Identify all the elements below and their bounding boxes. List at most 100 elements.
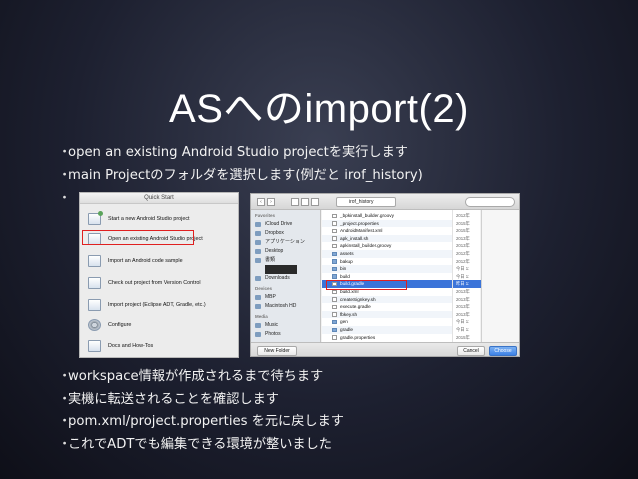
file-row[interactable]: fbkey.sh [322,310,452,319]
music-icon [255,323,261,328]
sidebar-item-mbp[interactable]: MBP [255,293,276,302]
choose-button[interactable]: Choose [489,346,517,356]
file-name: gradle.properties [340,334,376,340]
file-row[interactable]: bakup [322,258,452,266]
quick-start-item-docs[interactable]: Docs and How-Tos [88,338,153,354]
sidebar-item-documents[interactable]: 書類 [255,256,275,265]
search-input[interactable] [465,197,515,207]
file-row[interactable]: _bpkinstall_builder.groovy [322,212,452,220]
file-icon [332,228,337,234]
file-name: bin [340,266,347,272]
sidebar-item-label: MBP [265,294,276,300]
folder-icon [332,259,337,264]
sidebar-item-home[interactable] [265,265,297,274]
sidebar-item-macintosh-hd[interactable]: Macintosh HD [255,302,296,311]
desktop-icon [255,249,261,254]
sidebar-item-label: Downloads [265,275,290,281]
bullet-item: ・main Projectのフォルダを選択します(例だと irof_histor… [58,165,423,188]
file-icon [332,297,337,302]
file-date: 2013年 [456,289,470,294]
quick-start-item-sample[interactable]: Import an Android code sample [88,253,183,269]
bullet-text: pom.xml/project.properties を元に戻します [68,414,344,429]
path-dropdown[interactable]: irof_history [336,197,396,207]
sidebar-item-dropbox[interactable]: Dropbox [255,229,284,238]
bullet-dot: ・ [58,191,72,206]
file-date: 今日 1: [456,273,470,279]
new-folder-button[interactable]: New Folder [257,346,297,356]
sidebar-item-desktop[interactable]: Desktop [255,247,283,256]
quick-start-item-configure[interactable]: Configure [88,317,131,333]
folder-icon [332,251,337,257]
sidebar-item-downloads[interactable]: Downloads [255,274,290,283]
file-row[interactable]: assets [322,250,452,258]
file-name: apk_install.sh [340,235,369,241]
file-date: 2013年 [456,243,470,249]
quick-start-item-vcs[interactable]: Check out project from Version Control [88,275,201,291]
quick-start-item-import[interactable]: Import project (Eclipse ADT, Gradle, etc… [88,297,206,313]
sidebar-item-photos[interactable]: Photos [255,330,281,339]
file-row[interactable]: AndroidManifest.xml [322,227,452,235]
folder-icon [332,327,337,333]
folder-icon [332,319,337,325]
file-chooser-bottom-bar: New Folder Cancel Choose [251,342,519,356]
vcs-icon [88,277,101,289]
column-view-icon[interactable] [311,198,319,206]
file-name: execute.gradle [340,304,371,310]
file-icon [332,243,337,249]
file-row[interactable]: execute.gradle [322,303,452,311]
bullet-item: ・workspace情報が作成されるまで待ちます [58,366,344,389]
sidebar-item-label: アプリケーション [265,239,305,245]
file-name: assets [340,251,354,256]
file-row[interactable]: gradle [322,326,452,334]
back-icon[interactable]: ‹ [257,198,265,206]
forward-icon[interactable]: › [267,198,275,206]
file-date: 昨日 1: [453,280,481,288]
sidebar-item-applications[interactable]: アプリケーション [255,238,305,247]
quick-start-item-label: Import an Android code sample [108,258,183,264]
file-date: 2012年 [456,258,470,264]
cancel-button[interactable]: Cancel [457,346,485,356]
icon-view-icon[interactable] [291,198,299,206]
file-list: _bpkinstall_builder.groovy _project.prope… [322,210,452,342]
file-name: _bpkinstall_builder.groovy [340,213,394,218]
disk-icon [255,304,261,309]
applications-icon [255,240,261,245]
file-row[interactable]: apk_install.sh [322,234,452,243]
laptop-icon [255,295,261,300]
file-date: 2015年 [456,334,470,340]
sidebar-item-label: Macintosh HD [265,303,297,309]
file-highlight [326,280,407,290]
file-row[interactable]: apkinstall_builder.groovy [322,242,452,250]
file-date: 2015年 [456,228,470,234]
sidebar-item-label: Music [265,322,279,328]
bullet-item: ・これでADTでも編集できる環境が整いました [58,434,344,457]
sidebar-item-icloud[interactable]: iCloud Drive [255,220,292,229]
sidebar-item-music[interactable]: Music [255,321,278,330]
file-date: 今日 1: [456,319,470,325]
file-row[interactable]: createSignkey.sh [322,295,452,304]
file-row[interactable]: gen [322,318,452,326]
bullet-text: 実機に転送されることを確認します [68,391,279,407]
bullet-text: これでADTでも編集できる環境が整いました [68,436,332,452]
file-icon [332,221,337,226]
file-date: 2012年 [456,251,470,256]
slide-title: ASへのimport(2) [169,87,469,131]
bullet-text: open an existing Android Studio projectを… [68,145,408,160]
bullets-bottom: ・workspace情報が作成されるまで待ちます ・ 実機に転送されることを確認し… [58,366,344,456]
file-chooser-toolbar: ‹ › irof_history [251,194,519,210]
file-row[interactable]: gradle.properties [322,334,452,342]
sample-icon [88,255,101,267]
downloads-icon [255,276,261,281]
quick-start-item-new-project[interactable]: Start a new Android Studio project [88,211,190,227]
bullet-dot: ・ [58,167,72,183]
list-view-icon[interactable] [301,198,309,206]
sidebar-item-label: iCloud Drive [265,221,293,227]
cloud-icon [255,222,261,227]
file-row[interactable]: _project.properties [322,219,452,228]
file-date: 2015年 [456,220,470,226]
file-chooser-sidebar: Favorites iCloud Drive Dropbox アプリケーション … [251,210,321,342]
bullet-dot: ・ [58,436,72,452]
file-date: 今日 1: [456,266,470,272]
file-row[interactable]: bin [322,265,452,273]
file-date: 2012年 [456,213,470,218]
